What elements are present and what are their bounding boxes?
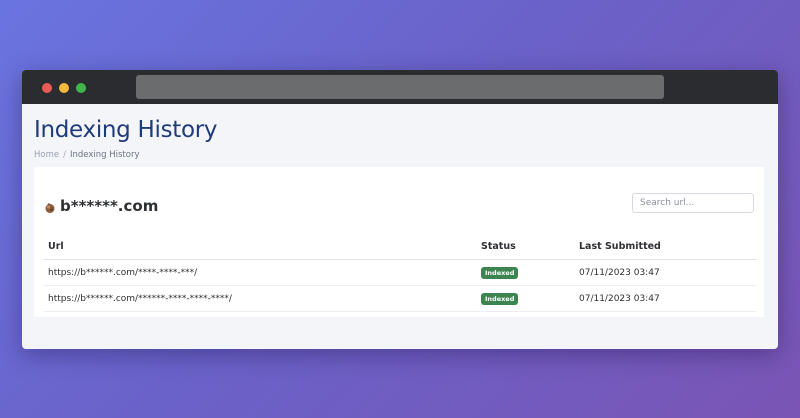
row-last-submitted: 07/11/2023 03:47 — [579, 267, 660, 278]
column-header-url: Url — [48, 240, 64, 252]
column-header-status: Status — [481, 240, 516, 252]
page-title: Indexing History — [34, 117, 218, 143]
breadcrumb-current: Indexing History — [69, 150, 140, 160]
column-header-last-submitted: Last Submitted — [579, 240, 661, 252]
breadcrumb: Home / Indexing History — [34, 150, 766, 160]
site-name: b******.com — [60, 197, 159, 215]
breadcrumb-separator: / — [63, 150, 66, 160]
row-status: Indexed — [481, 292, 579, 305]
indexing-table: Url Status Last Submitted https://b*****… — [44, 233, 756, 312]
table-row: https://b******.com/****-****-***/ Index… — [44, 260, 756, 286]
page-header: Indexing History Home / Indexing History — [22, 104, 778, 160]
minimize-window-icon[interactable] — [59, 83, 69, 93]
address-bar[interactable] — [136, 75, 664, 99]
row-url[interactable]: https://b******.com/******-****-****-***… — [44, 294, 481, 304]
site-favicon-icon — [44, 200, 56, 213]
site-title: b******.com — [44, 197, 158, 215]
table-header: Url Status Last Submitted — [44, 233, 756, 260]
status-badge: Indexed — [481, 292, 519, 305]
indexing-history-card: b******.com Url Status Last Submitted ht… — [34, 167, 764, 317]
maximize-window-icon[interactable] — [76, 83, 86, 93]
browser-window: Indexing History Home / Indexing History b… — [22, 70, 778, 349]
close-window-icon[interactable] — [42, 83, 52, 93]
row-url[interactable]: https://b******.com/****-****-***/ — [44, 268, 481, 278]
search-url-input[interactable] — [632, 193, 754, 213]
breadcrumb-home[interactable]: Home — [34, 150, 59, 160]
table-row: https://b******.com/******-****-****-***… — [44, 286, 756, 312]
status-badge: Indexed — [481, 266, 519, 279]
browser-titlebar — [22, 70, 778, 104]
row-status: Indexed — [481, 266, 579, 279]
row-last-submitted: 07/11/2023 03:47 — [579, 293, 660, 304]
